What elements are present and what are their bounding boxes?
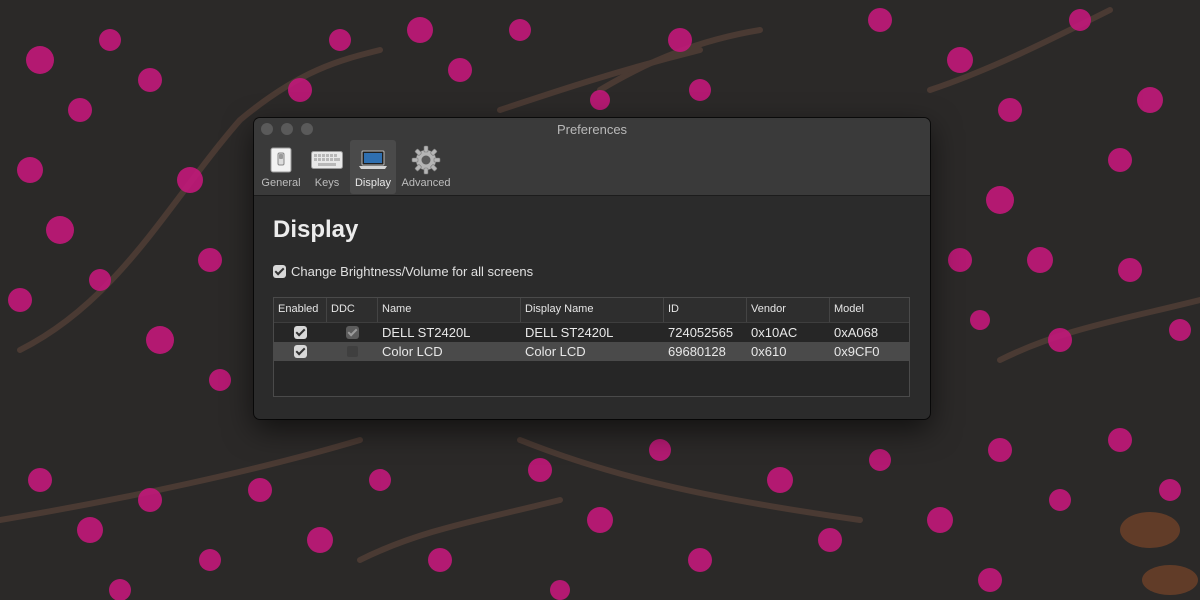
preferences-window: Preferences General Keys Display Advance… bbox=[254, 118, 930, 419]
ddc-checkbox[interactable] bbox=[346, 326, 359, 339]
table-header: Enabled DDC Name Display Name ID Vendor … bbox=[274, 298, 909, 323]
tab-label: Display bbox=[354, 177, 392, 189]
column-header-enabled[interactable]: Enabled bbox=[274, 298, 327, 322]
gear-icon bbox=[411, 145, 441, 175]
tab-label: Keys bbox=[314, 177, 340, 189]
column-header-ddc[interactable]: DDC bbox=[327, 298, 378, 322]
tab-advanced[interactable]: Advanced bbox=[396, 140, 456, 194]
titlebar: Preferences General Keys Display Advance… bbox=[254, 118, 930, 196]
cell-vendor: 0x10AC bbox=[751, 325, 798, 340]
cell-name: DELL ST2420L bbox=[382, 325, 471, 340]
tab-label: General bbox=[261, 177, 301, 189]
all-screens-label: Change Brightness/Volume for all screens bbox=[291, 264, 534, 279]
keyboard-icon bbox=[311, 146, 343, 174]
table-row[interactable]: DELL ST2420L DELL ST2420L 724052565 0x10… bbox=[274, 323, 909, 342]
cell-id: 724052565 bbox=[668, 325, 734, 340]
cell-model: 0xA068 bbox=[834, 325, 879, 340]
preferences-toolbar: General Keys Display Advanced bbox=[258, 140, 456, 194]
tab-display[interactable]: Display bbox=[350, 140, 396, 194]
column-header-vendor[interactable]: Vendor bbox=[747, 298, 830, 322]
ddc-checkbox[interactable] bbox=[346, 345, 359, 358]
column-header-display-name[interactable]: Display Name bbox=[521, 298, 664, 322]
page-title: Display bbox=[273, 216, 359, 243]
cell-id: 69680128 bbox=[668, 344, 726, 359]
displays-table: Enabled DDC Name Display Name ID Vendor … bbox=[273, 297, 910, 397]
cell-name: Color LCD bbox=[382, 344, 443, 359]
table-row[interactable]: Color LCD Color LCD 69680128 0x610 0x9CF… bbox=[274, 342, 909, 361]
laptop-display-icon bbox=[358, 146, 388, 174]
general-switch-icon bbox=[270, 146, 292, 174]
cell-display-name: DELL ST2420L bbox=[525, 325, 614, 340]
all-screens-option[interactable]: Change Brightness/Volume for all screens bbox=[273, 264, 533, 279]
enabled-checkbox[interactable] bbox=[294, 345, 307, 358]
column-header-id[interactable]: ID bbox=[664, 298, 747, 322]
column-header-name[interactable]: Name bbox=[378, 298, 521, 322]
cell-display-name: Color LCD bbox=[525, 344, 586, 359]
column-header-model[interactable]: Model bbox=[830, 298, 909, 322]
window-title: Preferences bbox=[556, 122, 628, 137]
tab-label: Advanced bbox=[401, 177, 451, 189]
display-pane: Display Change Brightness/Volume for all… bbox=[254, 196, 930, 419]
tab-keys[interactable]: Keys bbox=[304, 140, 350, 194]
cell-model: 0x9CF0 bbox=[834, 344, 880, 359]
tab-general[interactable]: General bbox=[258, 140, 304, 194]
all-screens-checkbox[interactable] bbox=[273, 265, 286, 278]
enabled-checkbox[interactable] bbox=[294, 326, 307, 339]
cell-vendor: 0x610 bbox=[751, 344, 787, 359]
